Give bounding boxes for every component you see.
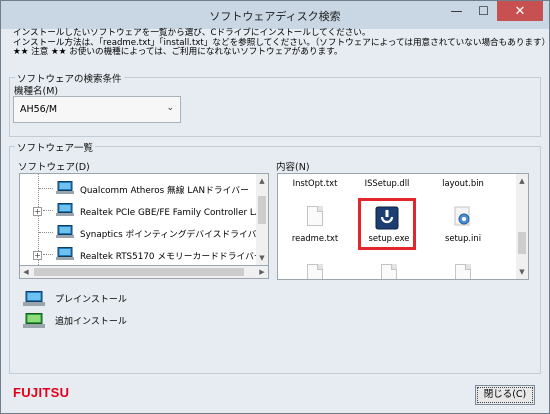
file-name: InstOpt.txt — [292, 178, 338, 188]
legend-preinstall: プレインストール — [23, 290, 127, 306]
tree-item[interactable]: + Realtek PCIe GBE/FE Family Controller … — [20, 199, 268, 221]
tree-item[interactable]: + Realtek RTS5170 メモリーカードドライバー — [20, 243, 263, 265]
software-label: ソフトウェア(D) — [18, 162, 90, 173]
software-list-label: ソフトウェア一覧 — [15, 140, 96, 154]
legend-additional: 追加インストール — [23, 312, 127, 328]
additional-pc-icon — [23, 312, 45, 328]
tree-hscrollbar[interactable]: ◀ ▶ — [19, 266, 269, 279]
file-name: readme.txt — [291, 233, 339, 243]
file-item[interactable]: ISSetup.dll — [356, 178, 418, 188]
instructions: インストールしたいソフトウェアを一覧から選び、Cドライブにインストールしてくださ… — [13, 28, 550, 58]
file-icon — [455, 264, 471, 279]
legend-additional-label: 追加インストール — [55, 316, 127, 327]
chevron-down-icon: ⌄ — [166, 103, 174, 113]
tree-item-label: Realtek PCIe GBE/FE Family Controller LA… — [80, 208, 269, 218]
scroll-left-icon[interactable]: ◀ — [20, 266, 32, 278]
minimize-button[interactable]: — — [443, 1, 470, 21]
legend-preinstall-label: プレインストール — [55, 294, 127, 305]
file-name: setup.ini — [444, 233, 482, 243]
scroll-down-icon[interactable]: ▼ — [516, 265, 528, 279]
file-icon — [307, 264, 323, 279]
file-name: layout.bin — [442, 178, 484, 188]
config-file-icon — [454, 206, 470, 226]
file-item[interactable]: InstOpt.txt — [284, 178, 346, 188]
contents-scrollbar[interactable]: ▲ ▼ — [516, 174, 528, 279]
contents-label: 内容(N) — [276, 162, 310, 173]
fujitsu-logo: FUJITSU — [13, 385, 70, 400]
tree-item-label: Qualcomm Atheros 無線 LANドライバー — [80, 186, 249, 196]
software-tree[interactable]: Qualcomm Atheros 無線 LANドライバー + Realtek P… — [19, 173, 269, 266]
title-bar: ソフトウェアディスク検索 — ☐ ✕ — [1, 1, 549, 29]
preinstall-pc-icon — [56, 181, 74, 194]
file-item[interactable]: readme.txt — [284, 206, 346, 244]
tree-item-label: Realtek RTS5170 メモリーカードドライバー — [80, 252, 263, 262]
tree-hscroll-thumb[interactable] — [34, 268, 244, 276]
tree-item-label: Synaptics ポインティングデバイスドライバー — [80, 230, 266, 240]
tree-item[interactable]: Qualcomm Atheros 無線 LANドライバー — [20, 177, 258, 199]
tree-scroll-thumb[interactable] — [258, 196, 266, 224]
preinstall-pc-icon — [56, 247, 74, 260]
file-icon — [381, 264, 397, 279]
software-disc-search-window: ソフトウェアディスク検索 — ☐ ✕ インストールしたいソフトウェアを一覧から選… — [0, 0, 550, 414]
tree-scrollbar[interactable]: ▲ ▼ — [256, 174, 268, 265]
expand-icon[interactable]: + — [33, 251, 42, 260]
maximize-button[interactable]: ☐ — [470, 1, 497, 21]
selection-highlight — [358, 198, 416, 250]
preinstall-pc-icon — [56, 203, 74, 216]
scroll-down-icon[interactable]: ▼ — [256, 251, 268, 265]
model-select[interactable]: AH56/M ⌄ — [13, 96, 181, 123]
scroll-up-icon[interactable]: ▲ — [516, 174, 528, 188]
close-window-button[interactable]: ✕ — [497, 1, 543, 21]
expand-icon[interactable]: + — [33, 207, 42, 216]
model-select-value: AH56/M — [20, 104, 58, 115]
file-item[interactable]: setup.ini — [432, 206, 494, 244]
scroll-up-icon[interactable]: ▲ — [256, 174, 268, 188]
close-button[interactable]: 閉じる(C) — [475, 385, 535, 405]
tree-item[interactable]: Synaptics ポインティングデバイスドライバー — [20, 221, 265, 243]
text-file-icon — [307, 206, 323, 226]
instruction-line-3: ★★ 注意 ★★ お使いの機種によっては、ご利用になれないソフトウェアがあります… — [13, 47, 343, 57]
model-name-label: 機種名(M) — [14, 86, 59, 97]
scroll-right-icon[interactable]: ▶ — [256, 266, 268, 278]
preinstall-pc-icon — [23, 290, 45, 306]
file-item[interactable]: layout.bin — [432, 178, 494, 188]
file-name: ISSetup.dll — [364, 178, 410, 188]
preinstall-pc-icon — [56, 225, 74, 238]
contents-scroll-thumb[interactable] — [518, 232, 526, 254]
